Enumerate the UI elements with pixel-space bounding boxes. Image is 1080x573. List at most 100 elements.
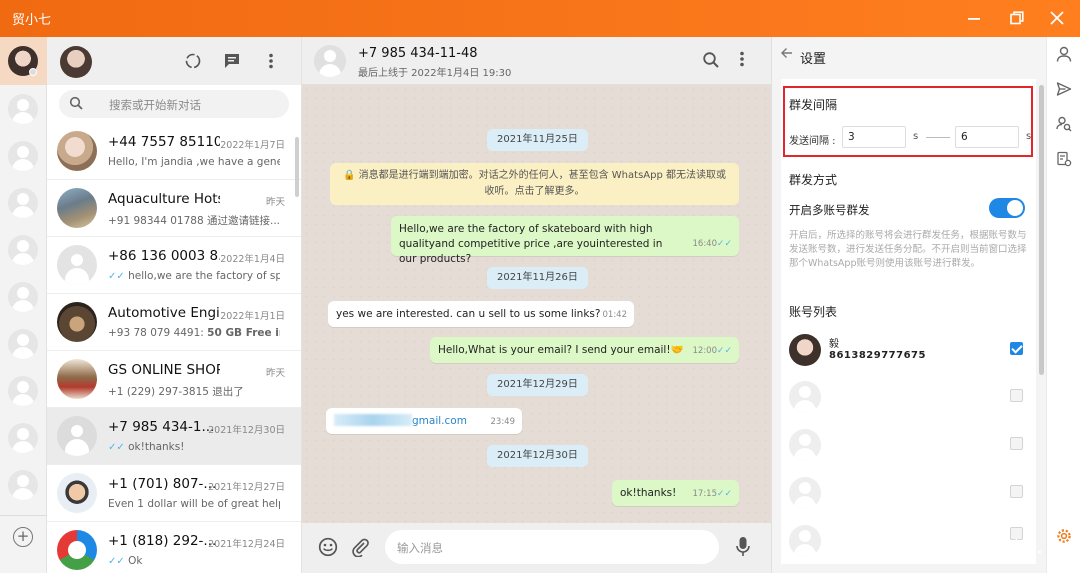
message-outgoing: ok!thanks! 17:15 ✓✓ — [612, 480, 739, 506]
account-avatar[interactable] — [8, 423, 38, 453]
voice-button[interactable] — [735, 536, 751, 561]
right-icon-bar — [1046, 37, 1080, 573]
active-account-slot[interactable] — [0, 37, 47, 85]
message-composer: 输入消息 — [302, 523, 771, 573]
account-row[interactable] — [789, 429, 1029, 465]
chat-item[interactable]: +1 (701) 807-... 2021年12月27日 Even 1 doll… — [47, 465, 301, 522]
chat-name: Aquaculture Hotspot ... — [108, 191, 220, 207]
maximize-button[interactable] — [1003, 6, 1031, 30]
chat-name: +7 985 434-1... — [108, 419, 215, 435]
add-account-button[interactable]: + — [13, 527, 33, 547]
close-button[interactable] — [1043, 6, 1071, 30]
account-checkbox[interactable] — [1010, 437, 1023, 450]
account-avatar — [789, 429, 821, 461]
my-avatar[interactable] — [60, 46, 92, 78]
attach-button[interactable] — [350, 537, 370, 560]
account-avatar[interactable] — [8, 282, 38, 312]
search-messages-button[interactable] — [702, 51, 720, 72]
emoji-button[interactable] — [318, 537, 338, 560]
chat-name: Automotive Engi... — [108, 305, 220, 321]
contact-avatar — [57, 131, 97, 171]
interval-min-input[interactable]: 3 — [842, 126, 906, 148]
search-icon — [69, 96, 83, 110]
online-dot — [29, 68, 37, 76]
conversation-menu-button[interactable] — [739, 51, 745, 70]
message-time: 23:49 — [490, 417, 516, 427]
email-link[interactable]: gmail.com — [412, 415, 467, 427]
method-section-title: 群发方式 — [789, 173, 838, 187]
account-checkbox[interactable] — [1010, 485, 1023, 498]
chat-preview: +1 (229) 297-3815 退出了 — [108, 386, 244, 398]
settings-scrollbar[interactable] — [1039, 85, 1044, 375]
account-row[interactable]: 毅 8613829777675 — [789, 334, 1029, 370]
account-avatar — [789, 525, 821, 557]
tasks-button[interactable] — [1055, 150, 1073, 168]
account-row[interactable] — [789, 477, 1029, 513]
read-ticks-icon: ✓✓ — [716, 489, 732, 499]
message-incoming: gmail.com 23:49 — [326, 408, 522, 434]
read-ticks-icon: ✓✓ — [716, 346, 732, 356]
contacts-button[interactable] — [1055, 45, 1073, 63]
chat-preview: ✓✓ Ok — [108, 555, 280, 567]
menu-button[interactable] — [261, 51, 281, 71]
message-text: ok!thanks! — [620, 487, 677, 499]
chat-date: 2021年12月30日 — [208, 425, 285, 436]
chat-name: +44 7557 851104 — [108, 134, 220, 150]
chat-list-scrollbar[interactable] — [295, 137, 299, 197]
encryption-notice[interactable]: 🔒 消息都是进行端到端加密。对话之外的任何人，甚至包含 WhatsApp 都无法… — [330, 163, 739, 205]
contact-avatar[interactable] — [314, 45, 346, 77]
customer-search-button[interactable] — [1055, 115, 1073, 133]
message-time: 16:40 — [692, 239, 718, 249]
account-checkbox[interactable] — [1010, 389, 1023, 402]
contact-avatar — [57, 530, 97, 570]
read-ticks-icon: ✓✓ — [108, 442, 125, 453]
chat-item[interactable]: +44 7557 851104 2022年1月7日 Hello, I'm jan… — [47, 123, 301, 180]
contact-avatar — [57, 416, 97, 456]
settings-panel: 设置 群发间隔 发送间隔 : 3 s 6 s 群发方式 开启多账号群发 开启后，… — [771, 37, 1046, 573]
multi-account-toggle[interactable] — [989, 198, 1025, 218]
message-outgoing: Hello,What is your email? I send your em… — [430, 337, 739, 363]
account-avatar[interactable] — [8, 235, 38, 265]
account-checkbox[interactable] — [1010, 342, 1023, 355]
account-avatar[interactable] — [8, 376, 38, 406]
new-chat-button[interactable] — [222, 51, 242, 71]
user-icon — [1056, 46, 1072, 62]
redacted-text — [334, 414, 412, 426]
account-avatar[interactable] — [8, 94, 38, 124]
message-text: Hello,we are the factory of skateboard w… — [399, 223, 663, 265]
chat-date: 昨天 — [265, 368, 285, 379]
account-avatar[interactable] — [8, 470, 38, 500]
search-placeholder: 搜索或开始新对话 — [109, 98, 201, 112]
settings-button[interactable] — [1055, 527, 1073, 545]
chat-item[interactable]: Automotive Engi... 2022年1月1日 +93 78 079 … — [47, 294, 301, 351]
account-avatar[interactable] — [8, 141, 38, 171]
chat-item[interactable]: Aquaculture Hotspot ... 昨天 +91 98344 017… — [47, 180, 301, 237]
chat-item-selected[interactable]: +7 985 434-1... 2021年12月30日 ✓✓ ok!thanks… — [47, 408, 301, 465]
chat-name: +1 (701) 807-... — [108, 476, 217, 492]
date-divider: 2021年11月25日 — [487, 129, 588, 151]
restore-icon — [1010, 11, 1024, 25]
rail-divider — [0, 515, 47, 516]
chat-item[interactable]: +86 136 0003 8... 2022年1月4日 ✓✓ hello,we … — [47, 237, 301, 294]
account-avatar[interactable] — [8, 188, 38, 218]
conversation-panel: +7 985 434-11-48 最后上线于 2022年1月4日 19:30 2… — [302, 37, 771, 573]
settings-title: 设置 — [800, 52, 827, 67]
interval-max-input[interactable]: 6 — [955, 126, 1019, 148]
minimize-button[interactable] — [960, 6, 988, 30]
status-button[interactable] — [183, 51, 203, 71]
chat-preview: +93 78 079 4491: 50 GB Free int... — [108, 327, 280, 339]
back-button[interactable] — [780, 46, 794, 63]
emoji-icon — [318, 537, 338, 557]
search-icon — [703, 52, 719, 68]
more-vertical-icon — [740, 51, 744, 67]
chat-item[interactable]: GS ONLINE SHOPPING 昨天 +1 (229) 297-3815 … — [47, 351, 301, 408]
chat-preview-text: ok!thanks! — [128, 441, 185, 453]
broadcast-button[interactable] — [1055, 80, 1073, 98]
chat-date: 昨天 — [265, 197, 285, 208]
account-avatar[interactable] — [8, 329, 38, 359]
message-input[interactable]: 输入消息 — [385, 530, 719, 564]
search-input[interactable]: 搜索或开始新对话 — [59, 90, 289, 118]
chat-item[interactable]: +1 (818) 292-... 2021年12月24日 ✓✓ Ok — [47, 522, 301, 573]
contact-avatar — [57, 188, 97, 228]
account-row[interactable] — [789, 381, 1029, 417]
